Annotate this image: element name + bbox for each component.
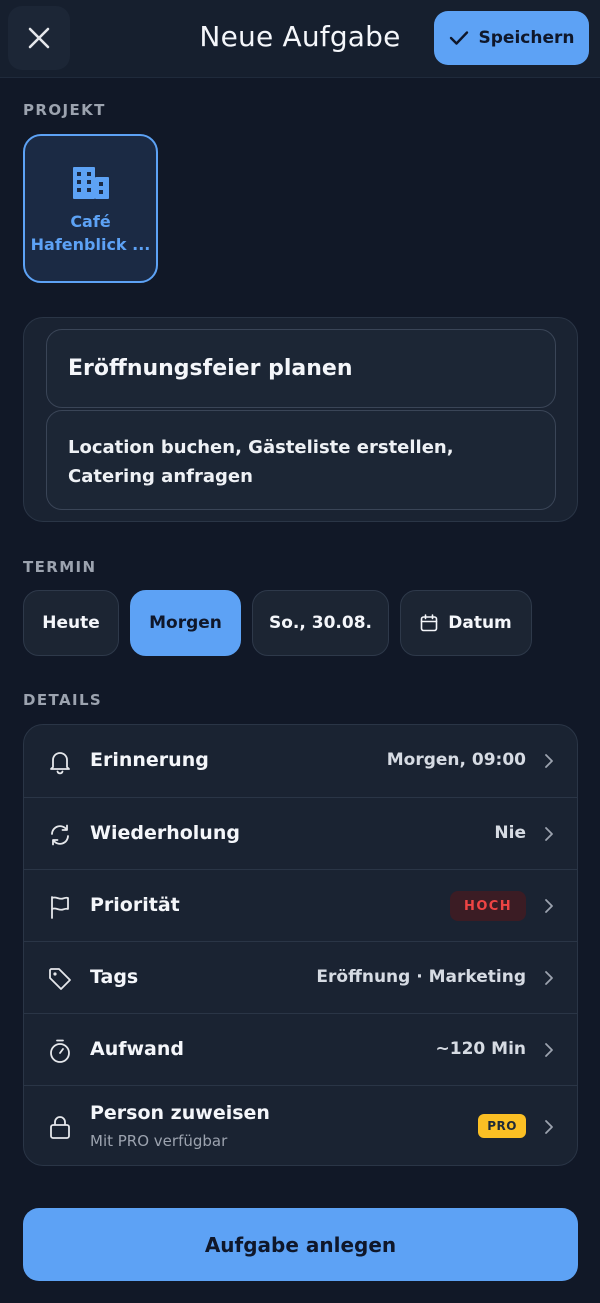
date-chip-tomorrow[interactable]: Morgen xyxy=(130,590,241,656)
detail-row-label: Person zuweisen xyxy=(90,1102,270,1124)
repeat-icon xyxy=(51,824,69,846)
lock-icon xyxy=(50,1116,70,1139)
chevron-right-icon xyxy=(545,754,553,768)
detail-row-value: Nie xyxy=(494,823,526,843)
detail-row-repeat[interactable]: Wiederholung Nie xyxy=(24,797,577,869)
create-task-button[interactable]: Aufgabe anlegen xyxy=(23,1208,578,1281)
detail-row-value: Eröffnung · Marketing xyxy=(316,967,526,987)
section-label-details: DETAILS xyxy=(23,691,103,709)
chevron-right-icon xyxy=(545,899,553,913)
detail-row-label: Wiederholung xyxy=(90,822,240,844)
detail-row-reminder[interactable]: Erinnerung Morgen, 09:00 xyxy=(24,725,577,797)
timer-icon xyxy=(50,1039,70,1063)
pro-badge: PRO xyxy=(478,1114,526,1138)
detail-row-tags[interactable]: Tags Eröffnung · Marketing xyxy=(24,941,577,1013)
priority-badge: HOCH xyxy=(450,891,526,921)
detail-row-value: Morgen, 09:00 xyxy=(386,750,526,770)
calendar-icon xyxy=(420,614,438,632)
chevron-right-icon xyxy=(545,1120,553,1134)
detail-row-label: Aufwand xyxy=(90,1038,184,1060)
bell-icon xyxy=(50,752,70,775)
detail-row-label: Priorität xyxy=(90,894,180,916)
section-label-termin: TERMIN xyxy=(23,558,97,576)
date-chip-label: So., 30.08. xyxy=(269,613,372,633)
flag-icon xyxy=(51,896,69,919)
top-bar: Neue Aufgabe Speichern xyxy=(0,0,600,78)
building-icon xyxy=(72,167,109,199)
date-chip-sunday[interactable]: So., 30.08. xyxy=(252,590,389,656)
task-card: Eröffnungsfeier planen Location buchen, … xyxy=(23,317,578,522)
tag-icon xyxy=(49,968,71,990)
date-chip-label: Heute xyxy=(42,613,100,633)
date-chip-custom[interactable]: Datum xyxy=(400,590,532,656)
chevron-right-icon xyxy=(545,1043,553,1057)
detail-row-priority[interactable]: Priorität HOCH xyxy=(24,869,577,941)
project-card[interactable]: Café Hafenblick ... xyxy=(23,134,158,283)
detail-row-label: Erinnerung xyxy=(90,749,209,771)
save-button-label: Speichern xyxy=(478,28,575,48)
create-task-label: Aufgabe anlegen xyxy=(204,1232,397,1257)
details-list: Erinnerung Morgen, 09:00 Wiederholung Ni… xyxy=(23,724,578,1166)
task-description-input[interactable]: Location buchen, Gästeliste erstellen, C… xyxy=(46,410,556,510)
chevron-right-icon xyxy=(545,827,553,841)
detail-row-sublabel: Mit PRO verfügbar xyxy=(90,1132,228,1150)
task-title-input[interactable]: Eröffnungsfeier planen xyxy=(46,329,556,408)
project-name: Café Hafenblick ... xyxy=(30,212,151,254)
save-button[interactable]: Speichern xyxy=(434,11,589,65)
chevron-right-icon xyxy=(545,971,553,985)
detail-row-assign-person[interactable]: Person zuweisen Mit PRO verfügbar PRO xyxy=(24,1085,577,1165)
detail-row-effort[interactable]: Aufwand ~120 Min xyxy=(24,1013,577,1085)
detail-row-label: Tags xyxy=(90,966,139,988)
date-chip-label: Datum xyxy=(448,613,512,633)
date-chip-label: Morgen xyxy=(149,613,222,633)
date-chip-today[interactable]: Heute xyxy=(23,590,119,656)
detail-row-value: ~120 Min xyxy=(435,1039,527,1059)
section-label-project: PROJEKT xyxy=(23,101,106,119)
checkmark-icon xyxy=(449,31,468,45)
